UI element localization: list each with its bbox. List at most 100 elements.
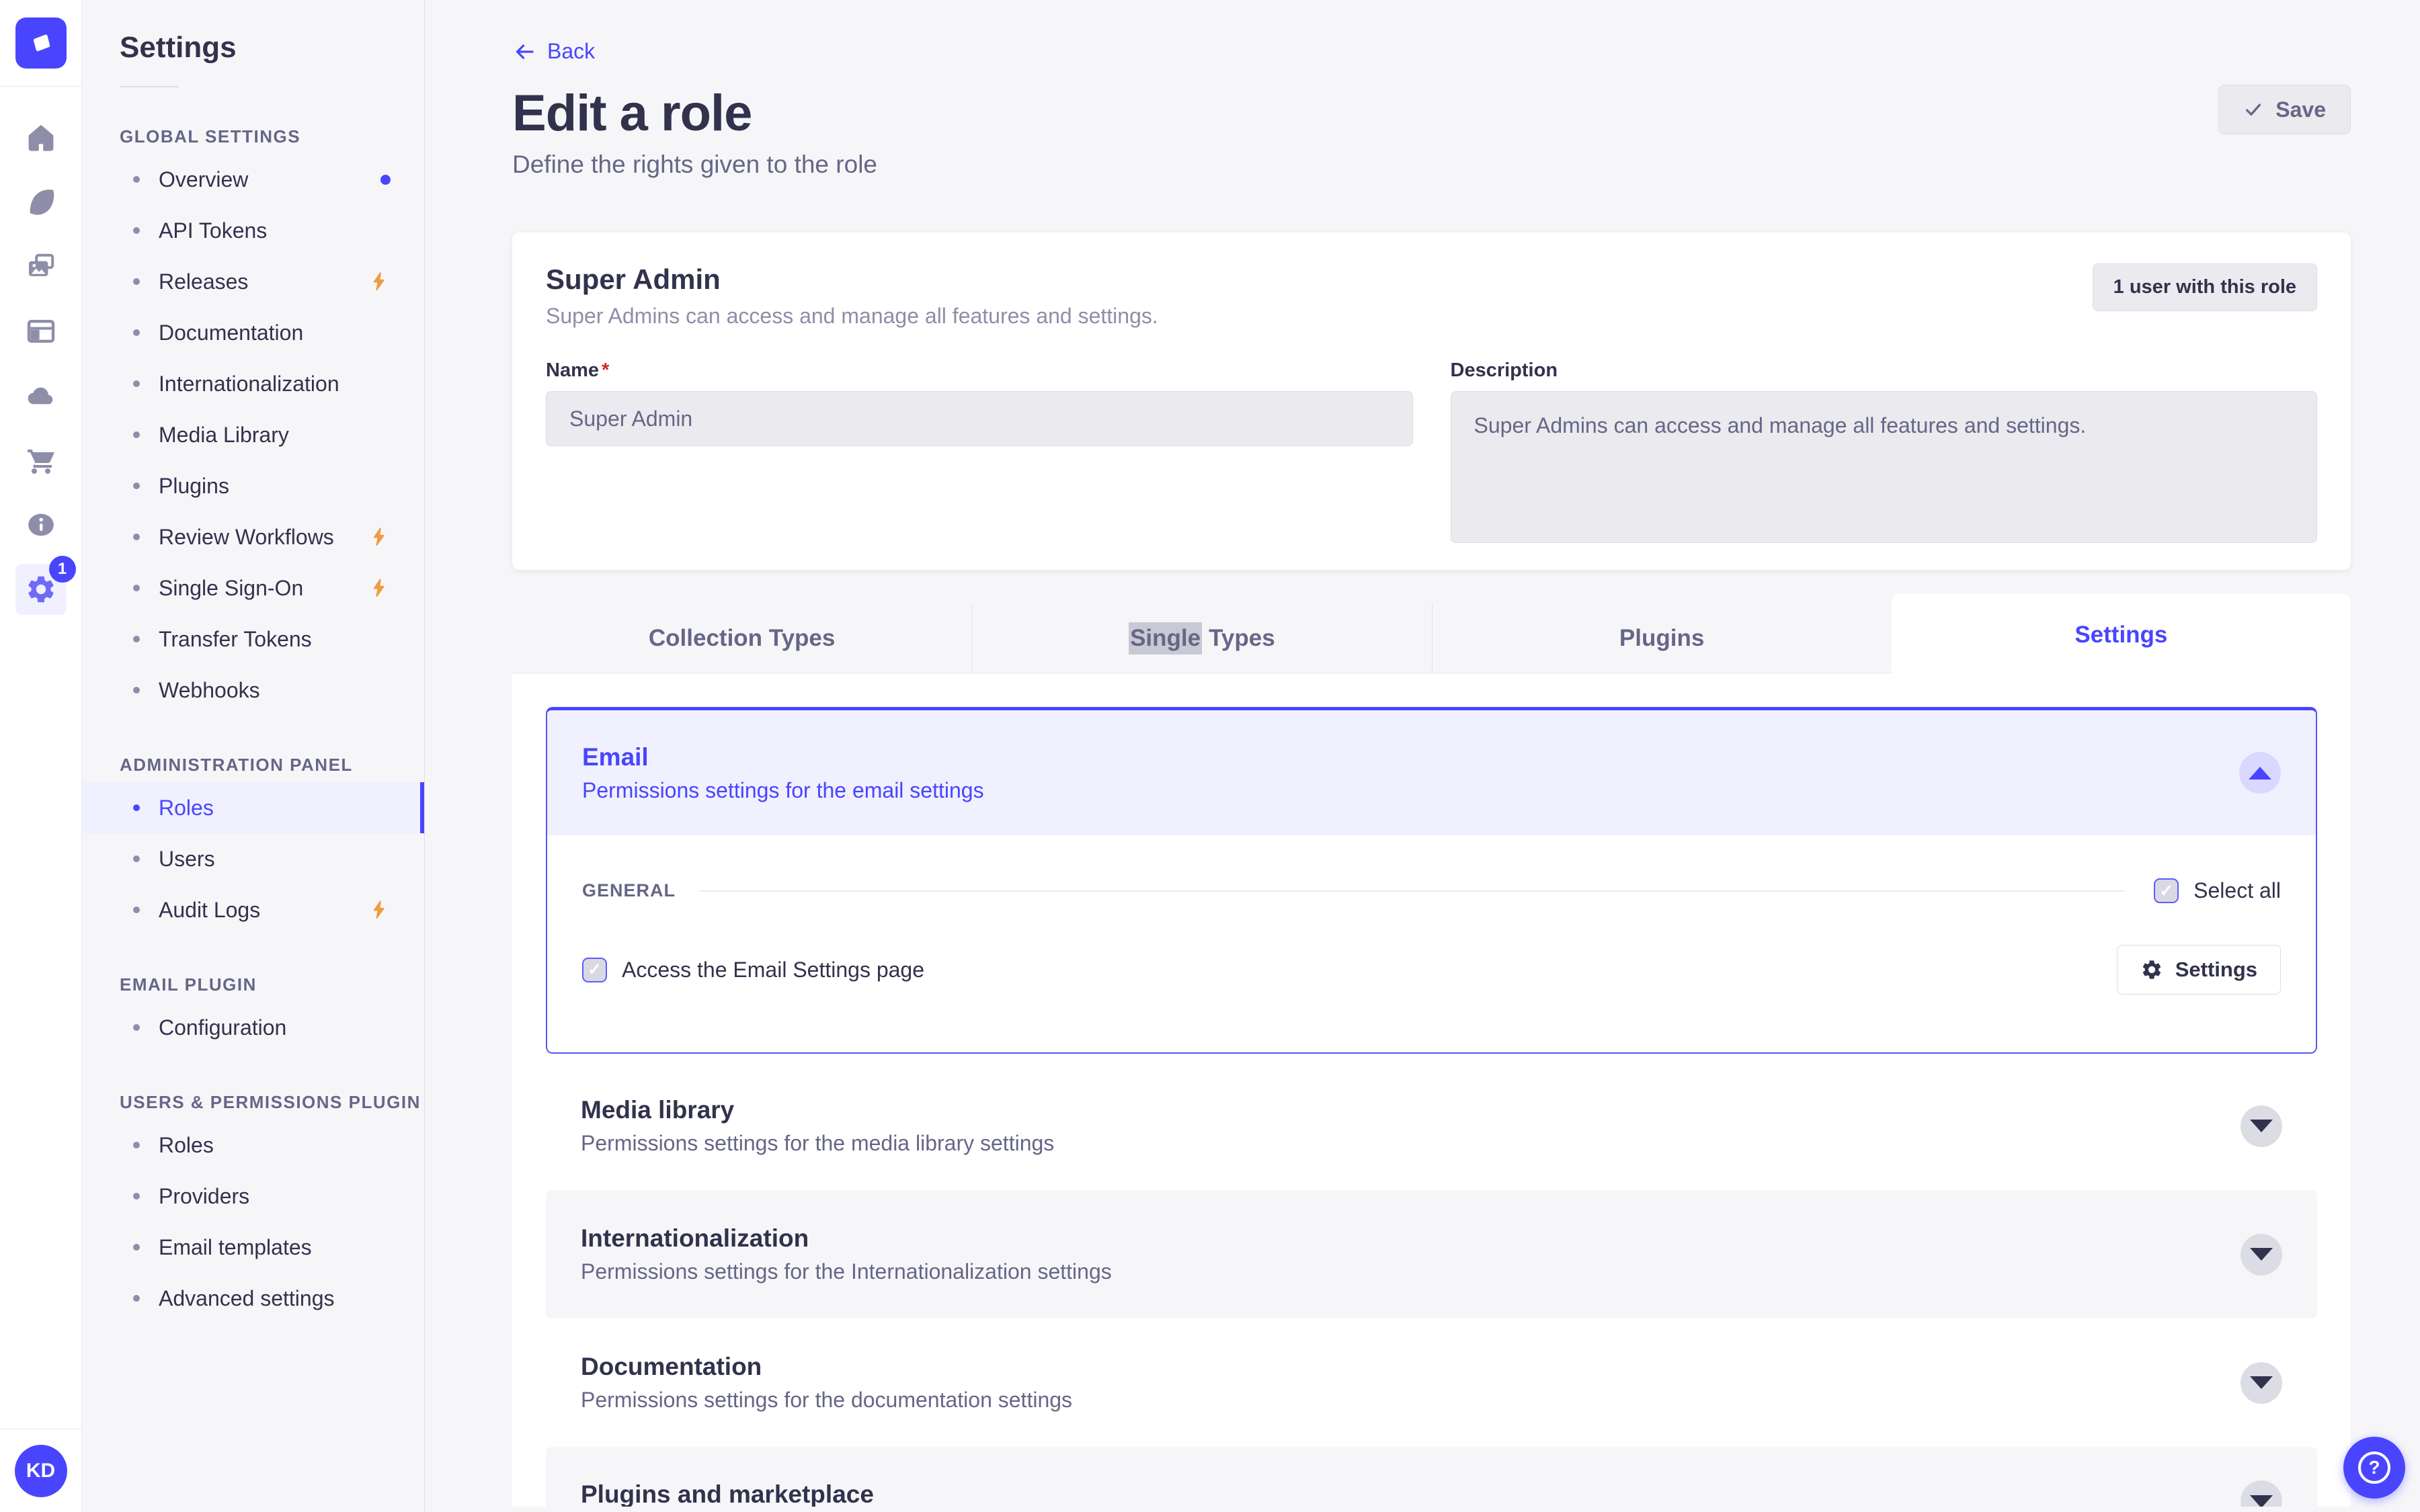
bullet-icon (133, 1295, 140, 1302)
back-link[interactable]: Back (512, 0, 595, 64)
tab-settings[interactable]: Settings (1891, 594, 2351, 676)
lightning-icon (369, 899, 391, 921)
tab-plugins[interactable]: Plugins (1431, 603, 1892, 673)
sidebar-item-plugins[interactable]: Plugins (82, 460, 424, 511)
chevron-down-icon (2250, 1120, 2273, 1132)
select-all-label: Select all (2193, 878, 2281, 902)
tab-collection-types[interactable]: Collection Types (512, 603, 971, 673)
selected-text-highlight: Single (1129, 622, 1203, 655)
expand-button[interactable] (2241, 1480, 2282, 1507)
sidebar-item-media-library[interactable]: Media Library (82, 409, 424, 460)
gear-icon (2142, 960, 2161, 979)
description-field-label: Description (1450, 360, 1558, 381)
accordion-email-header[interactable]: Email Permissions settings for the email… (547, 710, 2316, 835)
notification-dot-icon (380, 174, 391, 185)
bullet-icon (133, 1244, 140, 1251)
sidebar-item-overview[interactable]: Overview (82, 154, 424, 205)
bullet-icon (133, 380, 140, 387)
accordion-email: Email Permissions settings for the email… (546, 707, 2317, 1054)
accordion-media-library[interactable]: Media library Permissions settings for t… (546, 1062, 2317, 1190)
sidebar-item-advanced-settings[interactable]: Advanced settings (82, 1273, 424, 1324)
question-mark-icon: ? (2358, 1452, 2390, 1484)
select-all-checkbox[interactable] (2154, 878, 2179, 903)
strapi-logo[interactable] (15, 17, 67, 69)
settings-tab-panel: Email Permissions settings for the email… (512, 673, 2351, 1507)
bullet-icon (133, 855, 140, 862)
bullet-icon (133, 636, 140, 642)
rail-bottom: KD (0, 1429, 81, 1512)
content-type-builder-icon[interactable] (15, 306, 67, 357)
main-content: Back Edit a role Define the rights given… (425, 0, 2420, 1512)
accordion-subtitle: Permissions settings for the email setti… (582, 778, 984, 802)
expand-button[interactable] (2241, 1361, 2282, 1404)
user-avatar[interactable]: KD (14, 1444, 67, 1497)
chevron-down-icon (2250, 1495, 2273, 1507)
tab-single-types[interactable]: Single Types (971, 603, 1431, 673)
name-field-label: Name * (546, 360, 610, 381)
sidebar-item-roles[interactable]: Roles (82, 782, 424, 833)
sidebar-item-up-roles[interactable]: Roles (82, 1120, 424, 1171)
media-library-icon[interactable] (15, 241, 67, 292)
role-description-text: Super Admins can access and manage all f… (546, 304, 1158, 328)
sidebar-item-users[interactable]: Users (82, 833, 424, 884)
section-header-users-permissions-plugin: USERS & PERMISSIONS PLUGIN (120, 1092, 421, 1112)
sidebar-item-single-sign-on[interactable]: Single Sign-On (82, 562, 424, 614)
general-section-label: GENERAL (582, 880, 676, 900)
info-icon[interactable] (15, 499, 67, 550)
accordion-plugins-and-marketplace[interactable]: Plugins and marketplace (546, 1447, 2317, 1507)
check-icon (2246, 103, 2261, 116)
page-title: Edit a role (512, 85, 752, 142)
expand-button[interactable] (2241, 1105, 2282, 1147)
required-asterisk: * (602, 360, 610, 381)
users-with-role-button[interactable]: 1 user with this role (2092, 263, 2317, 311)
sidebar-item-configuration[interactable]: Configuration (82, 1002, 424, 1053)
access-email-settings-checkbox[interactable] (582, 957, 607, 982)
content-feather-icon[interactable] (15, 177, 67, 228)
bullet-icon (133, 176, 140, 183)
sidebar-item-transfer-tokens[interactable]: Transfer Tokens (82, 614, 424, 665)
bullet-icon (133, 687, 140, 694)
chevron-down-icon (2250, 1376, 2273, 1389)
permissions-tabs: Collection Types Single Types Plugins Set… (512, 594, 2351, 676)
chevron-up-icon (2249, 766, 2271, 780)
home-icon[interactable] (15, 112, 67, 163)
accordion-title: Email (582, 743, 649, 771)
name-input[interactable]: Super Admin (546, 391, 1413, 446)
sidebar-item-webhooks[interactable]: Webhooks (82, 665, 424, 716)
access-email-settings-label: Access the Email Settings page (622, 957, 925, 982)
accordion-internationalization[interactable]: Internationalization Permissions setting… (546, 1190, 2317, 1318)
access-email-settings-group: Access the Email Settings page (582, 957, 925, 982)
bullet-icon (133, 1142, 140, 1148)
description-textarea[interactable]: Super Admins can access and manage all f… (1450, 391, 2317, 543)
bullet-icon (133, 534, 140, 540)
help-button[interactable]: ? (2343, 1437, 2405, 1499)
lightning-icon (369, 271, 391, 292)
sidebar-item-api-tokens[interactable]: API Tokens (82, 205, 424, 256)
expand-button[interactable] (2241, 1233, 2282, 1275)
sidebar-title-divider (120, 86, 179, 87)
section-header-administration-panel: ADMINISTRATION PANEL (120, 755, 353, 775)
arrow-left-icon (516, 44, 534, 59)
sidebar-item-email-templates[interactable]: Email templates (82, 1222, 424, 1273)
sidebar-item-audit-logs[interactable]: Audit Logs (82, 884, 424, 935)
save-button[interactable]: Save (2218, 85, 2351, 134)
settings-gear-icon[interactable]: 1 (15, 556, 76, 615)
sidebar-item-documentation[interactable]: Documentation (82, 307, 424, 358)
settings-badge: 1 (48, 556, 76, 583)
bullet-icon (133, 227, 140, 234)
collapse-button[interactable] (2239, 752, 2281, 794)
sidebar-item-releases[interactable]: Releases (82, 256, 424, 307)
cloud-icon[interactable] (15, 370, 67, 421)
bullet-icon (133, 1024, 140, 1031)
section-header-email-plugin: EMAIL PLUGIN (120, 974, 257, 995)
marketplace-cart-icon[interactable] (15, 435, 67, 486)
strapi-logo-icon (33, 34, 50, 52)
sidebar-item-internationalization[interactable]: Internationalization (82, 358, 424, 409)
bullet-icon (133, 329, 140, 336)
accordion-documentation[interactable]: Documentation Permissions settings for t… (546, 1318, 2317, 1447)
email-settings-button[interactable]: Settings (2116, 945, 2281, 995)
sidebar-item-review-workflows[interactable]: Review Workflows (82, 511, 424, 562)
bullet-icon (133, 585, 140, 591)
lightning-icon (369, 526, 391, 548)
sidebar-item-providers[interactable]: Providers (82, 1171, 424, 1222)
